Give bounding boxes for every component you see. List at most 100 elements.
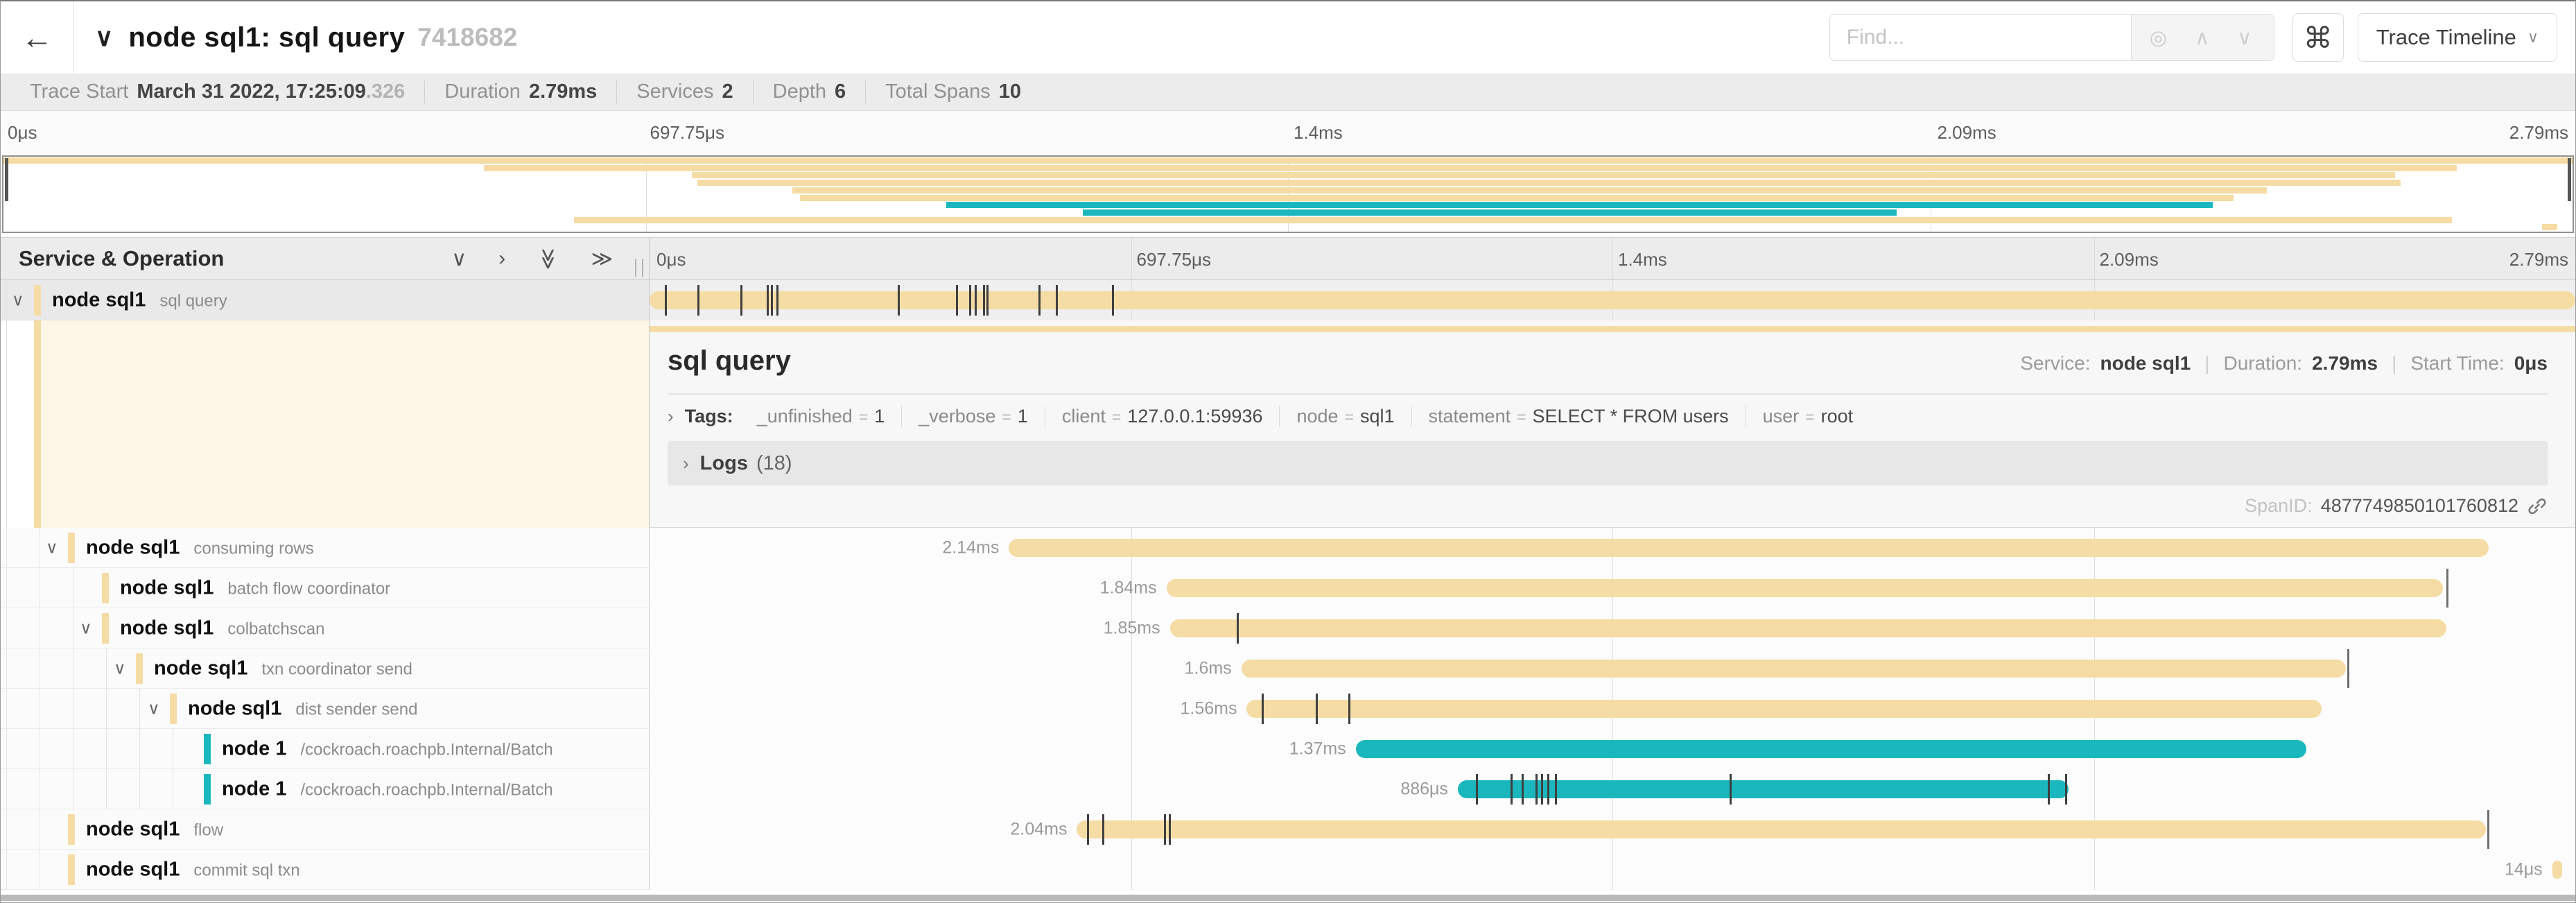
log-tick (1169, 814, 1171, 845)
span-name-cell[interactable]: ∨ node sql1colbatchscan (1, 608, 650, 648)
span-bar-cell: 2.04ms (650, 809, 2575, 850)
span-names: node sql1dist sender send (188, 697, 417, 720)
span-duration-bar[interactable] (650, 291, 2575, 309)
span-color-accent (68, 533, 75, 563)
operation-name: dist sender send (295, 700, 417, 719)
tag-equals: = (1805, 408, 1814, 426)
prev-match-icon[interactable]: ∧ (2195, 26, 2209, 50)
span-color-accent (68, 854, 75, 885)
service-operation-title: Service & Operation (19, 246, 224, 271)
find-group: ◎∧∨✕ (1829, 14, 2274, 61)
chevron-down-icon[interactable]: ∨ (80, 618, 92, 638)
span-bar-cell: 1.6ms (650, 648, 2575, 689)
ruler-gridline (1131, 238, 1132, 280)
indent-guide (6, 729, 7, 768)
minimap-drag-handle-left[interactable] (5, 158, 8, 201)
service-label: Service: (2020, 352, 2090, 375)
span-name-cell[interactable]: node 1/cockroach.roachpb.Internal/Batch (1, 769, 650, 809)
locate-icon[interactable]: ◎ (2150, 26, 2167, 50)
span-name-cell[interactable]: ∨ node sql1txn coordinator send (1, 648, 650, 689)
span-name-cell[interactable]: ∨node sql1consuming rows (1, 528, 650, 568)
span-name-cell[interactable]: node sql1commit sql txn (1, 850, 650, 890)
chevron-down-icon[interactable]: ∨ (46, 538, 58, 558)
service-name: node 1 (222, 737, 286, 760)
span-row[interactable]: ∨node sql1sql query (1, 280, 2575, 320)
span-duration-bar[interactable] (1246, 700, 2321, 718)
expand-all-icon[interactable]: ≫ (591, 247, 613, 271)
span-row[interactable]: ∨node sql1consuming rows2.14ms (1, 528, 2575, 568)
span-duration-bar[interactable] (1356, 740, 2306, 758)
tag-key: node (1296, 406, 1338, 427)
span-duration-bar[interactable] (1009, 539, 2489, 557)
span-name-cell[interactable]: node sql1batch flow coordinator (1, 568, 650, 608)
meta-item: Total Spans10 (865, 80, 1041, 103)
meta-value: 10 (999, 80, 1021, 103)
keyboard-shortcuts-button[interactable]: ⌘ (2292, 13, 2344, 62)
chevron-down-icon[interactable]: ∨ (148, 698, 160, 719)
span-duration-label: 1.6ms (1185, 659, 1232, 679)
chevron-down-icon[interactable]: ∨ (12, 290, 24, 310)
span-row[interactable]: ∨ node sql1txn coordinator send 1.6ms (1, 648, 2575, 689)
trace-collapse-chevron-icon[interactable]: ∨ (95, 23, 113, 52)
span-row[interactable]: node 1/cockroach.roachpb.Internal/Batch 1… (1, 729, 2575, 769)
collapse-one-icon[interactable]: ∨ (451, 247, 467, 271)
indent-guide (6, 648, 7, 688)
chevron-down-icon[interactable]: ∨ (114, 658, 126, 678)
link-icon[interactable] (2527, 496, 2548, 517)
span-names: node sql1colbatchscan (120, 617, 324, 639)
span-detail-row: sql query Service: node sql1 | Duration:… (1, 320, 2575, 528)
minimap-drag-handle-right[interactable] (2568, 158, 2571, 201)
meta-label: Duration (444, 80, 521, 103)
span-duration-bar[interactable] (1167, 579, 2443, 597)
span-row[interactable]: ∨node sql1dist sender send1.56ms (1, 689, 2575, 729)
next-match-icon[interactable]: ∨ (2237, 26, 2252, 50)
span-end-tick (2446, 569, 2448, 608)
span-row[interactable]: ∨node sql1colbatchscan1.85ms (1, 608, 2575, 648)
timeline-minimap[interactable] (2, 155, 2574, 233)
indent-guide (6, 568, 7, 608)
span-bar-cell (650, 280, 2575, 320)
collapse-all-icon[interactable]: ≫ (536, 248, 560, 269)
log-tick (969, 285, 971, 316)
span-name-cell[interactable]: ∨ node sql1dist sender send (1, 689, 650, 729)
tags-toggle-row[interactable]: › Tags: _unfinished=1_verbose=1client=12… (668, 406, 2548, 427)
span-duration-bar[interactable] (1077, 820, 2485, 839)
span-duration-bar[interactable] (2552, 861, 2562, 879)
logs-toggle-row[interactable]: › Logs (18) (668, 441, 2548, 485)
span-duration-bar[interactable] (1170, 619, 2446, 637)
span-name-cell[interactable]: node sql1flow (1, 809, 650, 850)
ruler-label: 697.75μs (1137, 249, 1212, 270)
find-input[interactable] (1830, 15, 2131, 60)
start-time-label: Start Time: (2410, 352, 2504, 375)
span-row[interactable]: node sql1commit sql txn14μs (1, 850, 2575, 890)
span-names: node 1/cockroach.roachpb.Internal/Batch (222, 777, 553, 800)
span-row[interactable]: node sql1flow2.04ms (1, 809, 2575, 850)
minimap-span-bar (574, 217, 2452, 223)
meta-label: Trace Start (30, 80, 128, 103)
trace-timeline-view-button[interactable]: Trace Timeline ∨ (2358, 13, 2557, 62)
span-duration-bar[interactable] (1242, 660, 2346, 678)
horizontal-scrollbar[interactable] (1, 895, 2575, 901)
service-name: node sql1 (52, 289, 146, 311)
span-name-cell[interactable]: node 1/cockroach.roachpb.Internal/Batch (1, 729, 650, 769)
tag-item: _unfinished=1 (740, 406, 902, 427)
back-button[interactable]: ← (1, 1, 74, 74)
span-color-accent (34, 285, 41, 316)
tag-item: client=127.0.0.1:59936 (1045, 406, 1280, 427)
service-name: node sql1 (86, 858, 180, 881)
timeline-ruler: 0μs697.75μs1.4ms2.09ms2.79ms (650, 238, 2575, 280)
span-row[interactable]: node 1/cockroach.roachpb.Internal/Batch8… (1, 769, 2575, 809)
tag-key: _verbose (919, 406, 995, 427)
log-tick (986, 285, 989, 316)
span-row[interactable]: node sql1batch flow coordinator1.84ms (1, 568, 2575, 608)
span-end-tick (2487, 810, 2489, 849)
span-bar-cell: 1.37ms (650, 729, 2575, 769)
duration-value: 2.79ms (2312, 352, 2378, 375)
span-names: node sql1txn coordinator send (154, 657, 412, 680)
expand-one-icon[interactable]: › (498, 247, 505, 270)
span-names: node 1/cockroach.roachpb.Internal/Batch (222, 737, 553, 760)
column-resizer-handle[interactable] (635, 259, 643, 277)
span-duration-label: 1.37ms (1289, 739, 1346, 759)
span-duration-bar[interactable] (1458, 780, 2069, 798)
span-name-cell[interactable]: ∨node sql1sql query (1, 280, 650, 320)
